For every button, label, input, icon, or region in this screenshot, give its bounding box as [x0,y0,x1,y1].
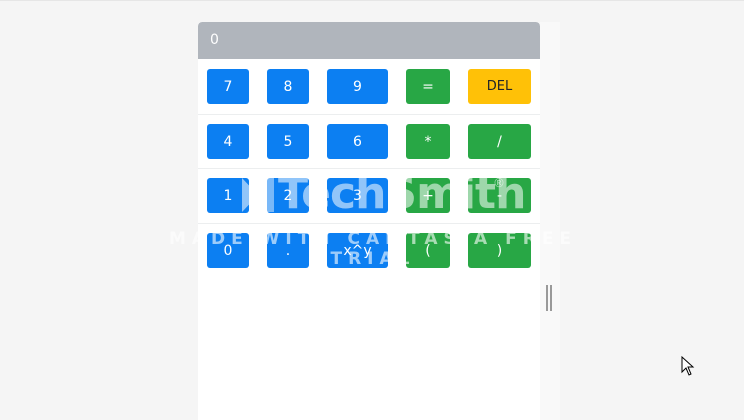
key-6[interactable]: 6 [327,124,388,159]
key-7[interactable]: 7 [207,69,249,104]
key-5[interactable]: 5 [267,124,309,159]
key-divide[interactable]: / [468,124,531,159]
top-border [0,0,744,1]
display-value: 0 [210,32,219,48]
key-close-paren[interactable]: ) [468,233,531,268]
key-open-paren[interactable]: ( [406,233,450,268]
row-divider [198,168,540,169]
key-minus[interactable]: - [468,178,531,213]
side-strip [540,22,560,420]
row-divider [198,114,540,115]
row-divider [198,223,540,224]
key-3[interactable]: 3 [327,178,388,213]
key-decimal[interactable]: . [267,233,309,268]
calculator: 0 7 8 9 = DEL 4 5 6 * / 1 2 3 + - 0 . x^… [198,22,540,420]
key-0[interactable]: 0 [207,233,249,268]
key-8[interactable]: 8 [267,69,309,104]
key-9[interactable]: 9 [327,69,388,104]
key-power[interactable]: x^y [327,233,388,268]
key-delete[interactable]: DEL [468,69,531,104]
key-equals[interactable]: = [406,69,450,104]
mouse-pointer-icon [681,356,695,376]
key-plus[interactable]: + [406,178,450,213]
key-multiply[interactable]: * [406,124,450,159]
key-1[interactable]: 1 [207,178,249,213]
resize-handle-icon[interactable] [546,285,552,311]
calculator-display: 0 [198,22,540,59]
key-4[interactable]: 4 [207,124,249,159]
key-2[interactable]: 2 [267,178,309,213]
